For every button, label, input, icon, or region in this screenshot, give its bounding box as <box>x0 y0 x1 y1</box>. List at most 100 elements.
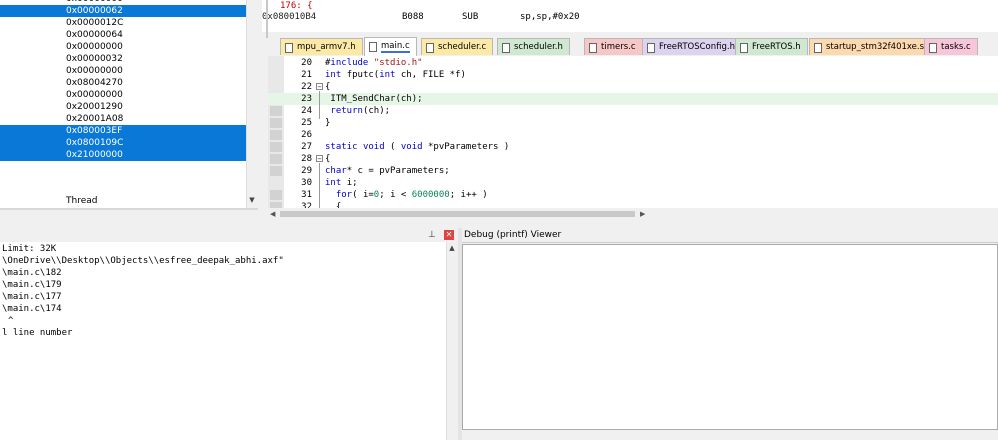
register-value: 0x21000000 <box>66 150 123 160</box>
tab-freertosconfig-h[interactable]: FreeRTOSConfig.h <box>642 38 742 55</box>
code-text: { <box>325 202 342 208</box>
line-number: 25 <box>301 118 312 128</box>
scroll-left-icon[interactable]: ◀ <box>270 208 275 220</box>
tab-scheduler-h[interactable]: scheduler.h <box>497 38 570 55</box>
tab-timers-c[interactable]: timers.c <box>584 38 643 55</box>
file-icon <box>502 43 510 53</box>
code-text: int i; <box>325 178 358 188</box>
register-value: 0x08004270 <box>66 78 123 88</box>
debug-viewer-scrollbar[interactable] <box>462 430 998 440</box>
register-scrollbar[interactable] <box>246 0 259 210</box>
editor-scroll-thumb[interactable] <box>280 211 635 217</box>
command-pane-header <box>0 228 458 243</box>
tab-mpu-armv7-h[interactable]: mpu_armv7.h <box>280 38 363 55</box>
code-text: ITM_SendChar(ch); <box>330 94 423 104</box>
scroll-up-icon[interactable]: ▲ <box>446 244 458 252</box>
code-line[interactable]: 21 int fputc(int ch, FILE *f) <box>268 69 998 81</box>
line-number: 30 <box>301 178 312 188</box>
fold-toggle-icon[interactable]: − <box>316 83 323 91</box>
command-output-line: Limit: 32K <box>2 244 57 254</box>
file-icon <box>814 43 822 53</box>
register-row[interactable]: 0x00000000 <box>0 65 246 77</box>
fold-toggle-icon[interactable]: − <box>316 155 323 163</box>
code-line[interactable]: 26 <box>268 129 998 141</box>
code-line[interactable]: 27 static void ( void *pvParameters ) <box>268 141 998 153</box>
register-value: 0x00000000 <box>66 66 123 76</box>
tab-label: startup_stm32f401xe.s <box>826 42 925 52</box>
register-row[interactable]: 0x00000000 <box>0 41 246 53</box>
code-text: #include "stdio.h" <box>325 58 423 68</box>
code-text: { <box>325 82 331 92</box>
tab-label: FreeRTOS.h <box>752 42 801 52</box>
code-line[interactable]: 30 int i; <box>268 177 998 189</box>
command-output-line: \main.c\177 <box>2 292 62 302</box>
code-line[interactable]: 22−{ <box>268 81 998 93</box>
register-value: 0x00000064 <box>66 30 123 40</box>
disassembly-source-ref: 176: { <box>280 1 313 11</box>
line-number: 20 <box>301 58 312 68</box>
register-splitter[interactable] <box>0 208 258 210</box>
register-row[interactable]: 0x00000064 <box>0 29 246 41</box>
tab-label: scheduler.h <box>514 42 563 52</box>
command-output-line: \main.c\179 <box>2 280 62 290</box>
code-text: int fputc(int ch, FILE *f) <box>325 70 466 80</box>
pane-splitter[interactable] <box>266 0 268 38</box>
code-editor[interactable]: 20 #include "stdio.h" 21 int fputc(int ch, … <box>268 56 998 208</box>
register-row[interactable]: 0x08004270 <box>0 77 246 89</box>
tab-main-c[interactable]: main.c <box>364 37 417 56</box>
register-row[interactable]: 0x00000000 <box>0 89 246 101</box>
code-line[interactable]: 25} <box>268 117 998 129</box>
register-row[interactable]: 0x20001290 <box>0 101 246 113</box>
command-output-line: \main.c\174 <box>2 304 62 314</box>
code-line[interactable]: 23 ITM_SendChar(ch); <box>268 93 998 105</box>
horizontal-splitter[interactable] <box>0 220 998 228</box>
code-text: for( i=0; i < 6000000; i++ ) <box>335 190 488 200</box>
debug-viewer-output <box>462 244 998 430</box>
tab-startup-stm32f401xe-s[interactable]: startup_stm32f401xe.s <box>809 38 932 55</box>
register-row[interactable]: 0x080003EF <box>0 125 246 137</box>
register-row[interactable]: 0x00000032 <box>0 53 246 65</box>
line-number: 24 <box>301 106 312 116</box>
tab-label: FreeRTOSConfig.h <box>659 42 735 52</box>
editor-tab-bar: mpu_armv7.h main.c scheduler.c scheduler.h t… <box>268 36 998 57</box>
line-number: 31 <box>301 190 312 200</box>
register-row[interactable]: 0x00000062 <box>0 5 246 17</box>
disassembly-opcode: B088 <box>402 12 424 22</box>
code-line[interactable]: 29 char* c = pvParameters; <box>268 165 998 177</box>
scroll-down-icon[interactable]: ▼ <box>246 194 258 206</box>
register-footer-label: Thread <box>66 196 98 206</box>
command-output: Limit: 32K \OneDrive\\Desktop\\Objects\\e… <box>0 242 446 440</box>
scroll-right-icon[interactable]: ▶ <box>640 208 645 220</box>
register-value: 0x20001A08 <box>66 114 124 124</box>
tab-scheduler-c[interactable]: scheduler.c <box>421 38 494 55</box>
tab-label: main.c <box>381 41 410 53</box>
close-icon[interactable]: ✕ <box>444 230 454 240</box>
code-text: return(ch); <box>330 106 391 116</box>
tab-tasks-c[interactable]: tasks.c <box>924 38 978 55</box>
code-line[interactable]: 24 return(ch); <box>268 105 998 117</box>
file-icon <box>589 43 597 53</box>
fold-guide <box>319 163 320 208</box>
register-value: 0x00000000 <box>66 90 123 100</box>
code-line[interactable]: 20 #include "stdio.h" <box>268 57 998 69</box>
register-row[interactable]: 0x21000000 <box>0 149 246 161</box>
register-row[interactable]: 0x0800109C <box>0 137 246 149</box>
register-value: 0x0000012C <box>66 18 124 28</box>
register-value: 0x00000062 <box>66 6 123 16</box>
pin-icon[interactable]: ⊥ <box>428 231 437 240</box>
file-icon <box>929 43 937 53</box>
register-row[interactable]: 0x0000012C <box>0 17 246 29</box>
register-pane: 0x00000000 0x00000062 0x0000012C 0x00000064… <box>0 0 258 210</box>
register-value: 0x0800109C <box>66 138 124 148</box>
register-row[interactable]: 0x20001A08 <box>0 113 246 125</box>
tab-freertos-h[interactable]: FreeRTOS.h <box>735 38 808 55</box>
line-number: 28 <box>301 154 312 164</box>
disassembly-mnemonic: SUB <box>462 12 479 22</box>
code-line[interactable]: 31 for( i=0; i < 6000000; i++ ) <box>268 189 998 201</box>
code-text: { <box>325 154 331 164</box>
disassembly-view: 176: { 0x080010B4 B088 SUB sp,sp,#0x20 <box>262 0 998 32</box>
file-icon <box>369 42 377 52</box>
code-line[interactable]: 28−{ <box>268 153 998 165</box>
code-line[interactable]: 32 { <box>268 201 998 208</box>
line-number: 27 <box>301 142 312 152</box>
